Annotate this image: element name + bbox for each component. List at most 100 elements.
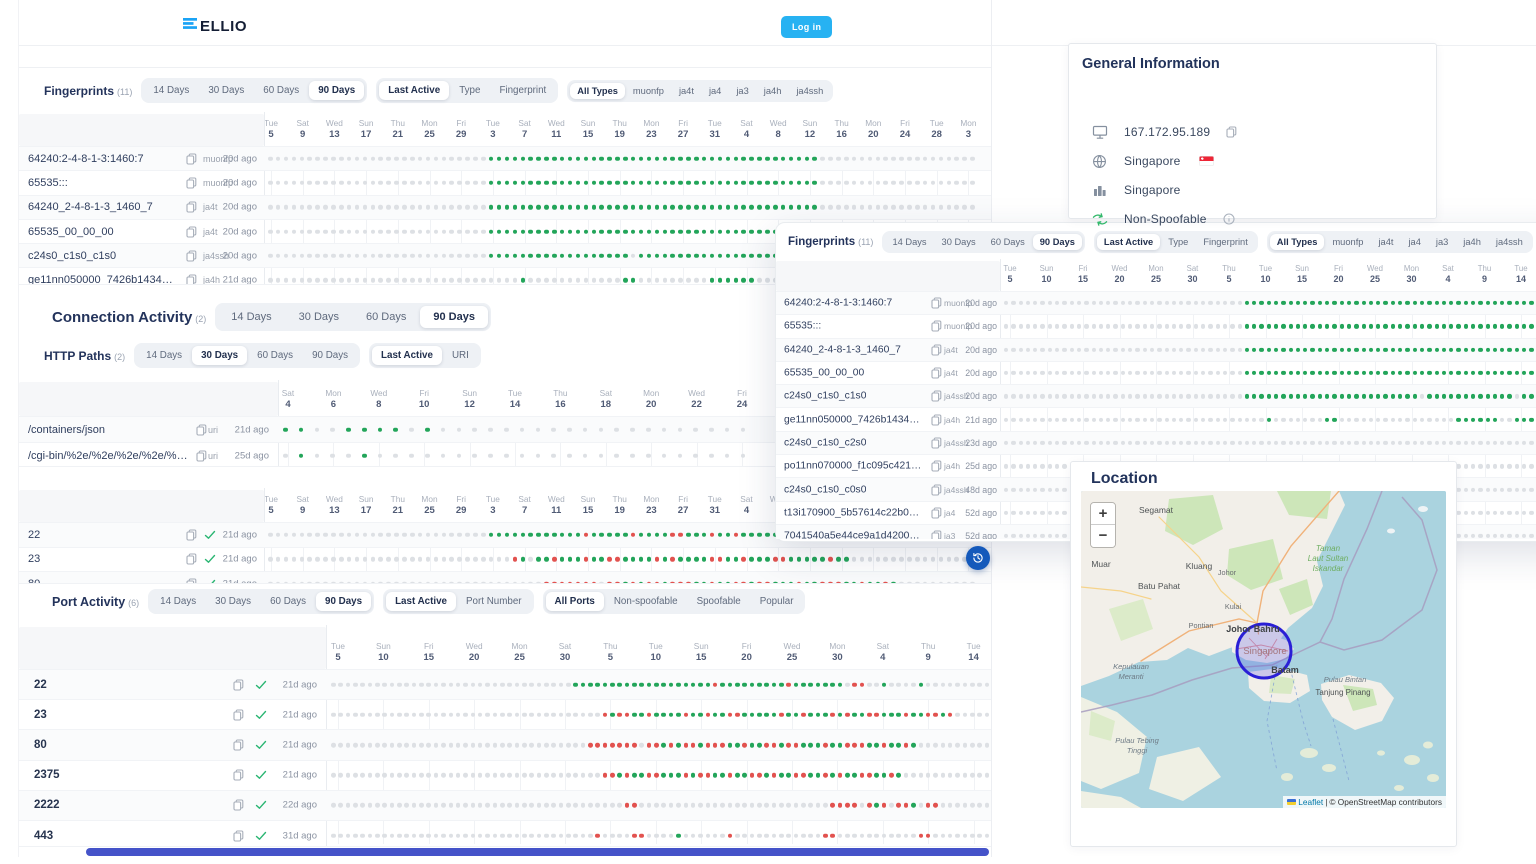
fingerprint-row[interactable]: 65535:::muonfp20d ago [776, 314, 1536, 337]
copy-icon[interactable] [186, 274, 197, 285]
http-range-14-days[interactable]: 14 Days [137, 346, 191, 365]
pa-filter-spoofable[interactable]: Spoofable [688, 592, 750, 611]
copy-icon[interactable] [196, 450, 207, 462]
port-row[interactable]: 222222d ago [19, 790, 991, 820]
copy-icon[interactable] [931, 530, 942, 539]
port-row[interactable]: 2321d ago [19, 547, 991, 572]
fp-type-all-types[interactable]: All Types [570, 83, 625, 99]
ellio-logo[interactable]: ELLIO [183, 17, 247, 35]
horizontal-scrollbar[interactable] [86, 848, 989, 856]
pa-sort-last-active[interactable]: Last Active [386, 592, 456, 611]
copy-icon[interactable] [233, 739, 244, 751]
copy-icon[interactable] [931, 297, 942, 309]
fp-sort-fingerprint[interactable]: Fingerprint [490, 81, 555, 100]
fp-type-muonfp[interactable]: muonfp [1325, 234, 1370, 250]
copy-icon[interactable] [196, 424, 207, 436]
copy-icon[interactable] [186, 250, 197, 262]
fingerprint-row[interactable]: 65535:::muonfp20d ago [19, 170, 991, 194]
http-sort-last-active[interactable]: Last Active [372, 346, 442, 365]
fp-type-ja4[interactable]: ja4 [1401, 234, 1427, 250]
fingerprint-row[interactable]: ge11nn050000_7426b1434792_00000...ja4h21… [776, 407, 1536, 430]
fp-sort-type[interactable]: Type [450, 81, 489, 100]
port-row[interactable]: 2221d ago [19, 669, 991, 699]
copy-icon[interactable] [233, 830, 244, 842]
fp-type-ja4h[interactable]: ja4h [757, 83, 789, 99]
port-row[interactable]: 44331d ago [19, 820, 991, 847]
copy-icon[interactable] [931, 507, 942, 519]
map[interactable]: SegamatMuarKluangJohorBatu PahatKulaiPon… [1081, 491, 1446, 808]
port-row[interactable]: 8021d ago [19, 729, 991, 759]
fp-range-30-days[interactable]: 30 Days [199, 81, 253, 100]
fp-type-ja4h[interactable]: ja4h [1456, 234, 1488, 250]
fingerprint-row[interactable]: 64240_2-4-8-1-3_1460_7ja4t20d ago [776, 338, 1536, 361]
osm-link[interactable]: © OpenStreetMap contributors [1329, 797, 1442, 807]
port-row[interactable]: 237521d ago [19, 760, 991, 790]
fp-range-90-days[interactable]: 90 Days [1033, 234, 1082, 250]
fp-sort-last-active[interactable]: Last Active [1097, 234, 1160, 250]
fp-range-14-days[interactable]: 14 Days [144, 81, 198, 100]
zoom-out-button[interactable]: − [1091, 525, 1115, 547]
pa-range-90-days[interactable]: 90 Days [316, 592, 371, 611]
port-row[interactable]: 2321d ago [19, 699, 991, 729]
fp-type-ja3[interactable]: ja3 [729, 83, 755, 99]
fp-type-muonfp[interactable]: muonfp [626, 83, 671, 99]
fingerprint-row[interactable]: 64240_2-4-8-1-3_1460_7ja4t20d ago [19, 195, 991, 219]
port-row[interactable]: 8021d ago [19, 571, 991, 584]
leaflet-link[interactable]: Leaflet [1298, 797, 1323, 807]
login-button[interactable]: Log in [781, 16, 832, 38]
fp-sort-fingerprint[interactable]: Fingerprint [1196, 234, 1254, 250]
http-range-60-days[interactable]: 60 Days [248, 346, 302, 365]
fp-type-ja4ssh[interactable]: ja4ssh [789, 83, 830, 99]
fingerprint-row[interactable]: 64240:2-4-8-1-3:1460:7muonfp20d ago [19, 146, 991, 170]
copy-icon[interactable] [233, 799, 244, 811]
pa-filter-all-ports[interactable]: All Ports [546, 592, 604, 611]
http-sort-uri[interactable]: URI [443, 346, 478, 365]
copy-icon[interactable] [233, 709, 244, 721]
ca-range-60-days[interactable]: 60 Days [353, 306, 419, 328]
ca-range-14-days[interactable]: 14 Days [218, 306, 284, 328]
ca-range-90-days[interactable]: 90 Days [420, 306, 488, 328]
fp-type-all-types[interactable]: All Types [1270, 234, 1325, 250]
copy-icon[interactable] [931, 414, 942, 426]
fp-range-14-days[interactable]: 14 Days [885, 234, 933, 250]
copy-icon[interactable] [186, 153, 197, 165]
copy-icon[interactable] [1226, 126, 1237, 138]
http-range-30-days[interactable]: 30 Days [192, 346, 247, 365]
fp-type-ja4t[interactable]: ja4t [672, 83, 701, 99]
copy-icon[interactable] [186, 578, 197, 584]
copy-icon[interactable] [186, 201, 197, 213]
fp-sort-type[interactable]: Type [1161, 234, 1195, 250]
fp-range-60-days[interactable]: 60 Days [254, 81, 308, 100]
ca-range-30-days[interactable]: 30 Days [286, 306, 352, 328]
copy-icon[interactable] [931, 390, 942, 402]
fp-type-ja4ssh[interactable]: ja4ssh [1489, 234, 1530, 250]
info-icon[interactable] [1223, 213, 1235, 225]
copy-icon[interactable] [931, 367, 942, 379]
fingerprint-row[interactable]: c24s0_c1s0_c1s0ja4ssh20d ago [776, 384, 1536, 407]
copy-icon[interactable] [186, 177, 197, 189]
history-button[interactable] [966, 546, 990, 570]
pa-sort-port-number[interactable]: Port Number [457, 592, 531, 611]
copy-icon[interactable] [931, 437, 942, 449]
fp-type-ja4t[interactable]: ja4t [1371, 234, 1400, 250]
pa-filter-non-spoofable[interactable]: Non-spoofable [605, 592, 687, 611]
fingerprint-row[interactable]: 64240:2-4-8-1-3:1460:7muonfp20d ago [776, 291, 1536, 314]
zoom-in-button[interactable]: + [1091, 503, 1115, 525]
fp-range-60-days[interactable]: 60 Days [984, 234, 1032, 250]
copy-icon[interactable] [233, 679, 244, 691]
fp-type-ja3[interactable]: ja3 [1429, 234, 1455, 250]
fp-type-ja4[interactable]: ja4 [702, 83, 728, 99]
copy-icon[interactable] [931, 320, 942, 332]
pa-filter-popular[interactable]: Popular [751, 592, 803, 611]
http-range-90-days[interactable]: 90 Days [303, 346, 357, 365]
copy-icon[interactable] [186, 226, 197, 238]
copy-icon[interactable] [931, 344, 942, 356]
pa-range-30-days[interactable]: 30 Days [206, 592, 260, 611]
copy-icon[interactable] [233, 769, 244, 781]
fp-range-30-days[interactable]: 30 Days [935, 234, 983, 250]
copy-icon[interactable] [186, 553, 197, 565]
pa-range-60-days[interactable]: 60 Days [261, 592, 315, 611]
fingerprint-row[interactable]: 65535_00_00_00ja4t20d ago [776, 361, 1536, 384]
copy-icon[interactable] [931, 460, 942, 472]
copy-icon[interactable] [931, 484, 942, 496]
